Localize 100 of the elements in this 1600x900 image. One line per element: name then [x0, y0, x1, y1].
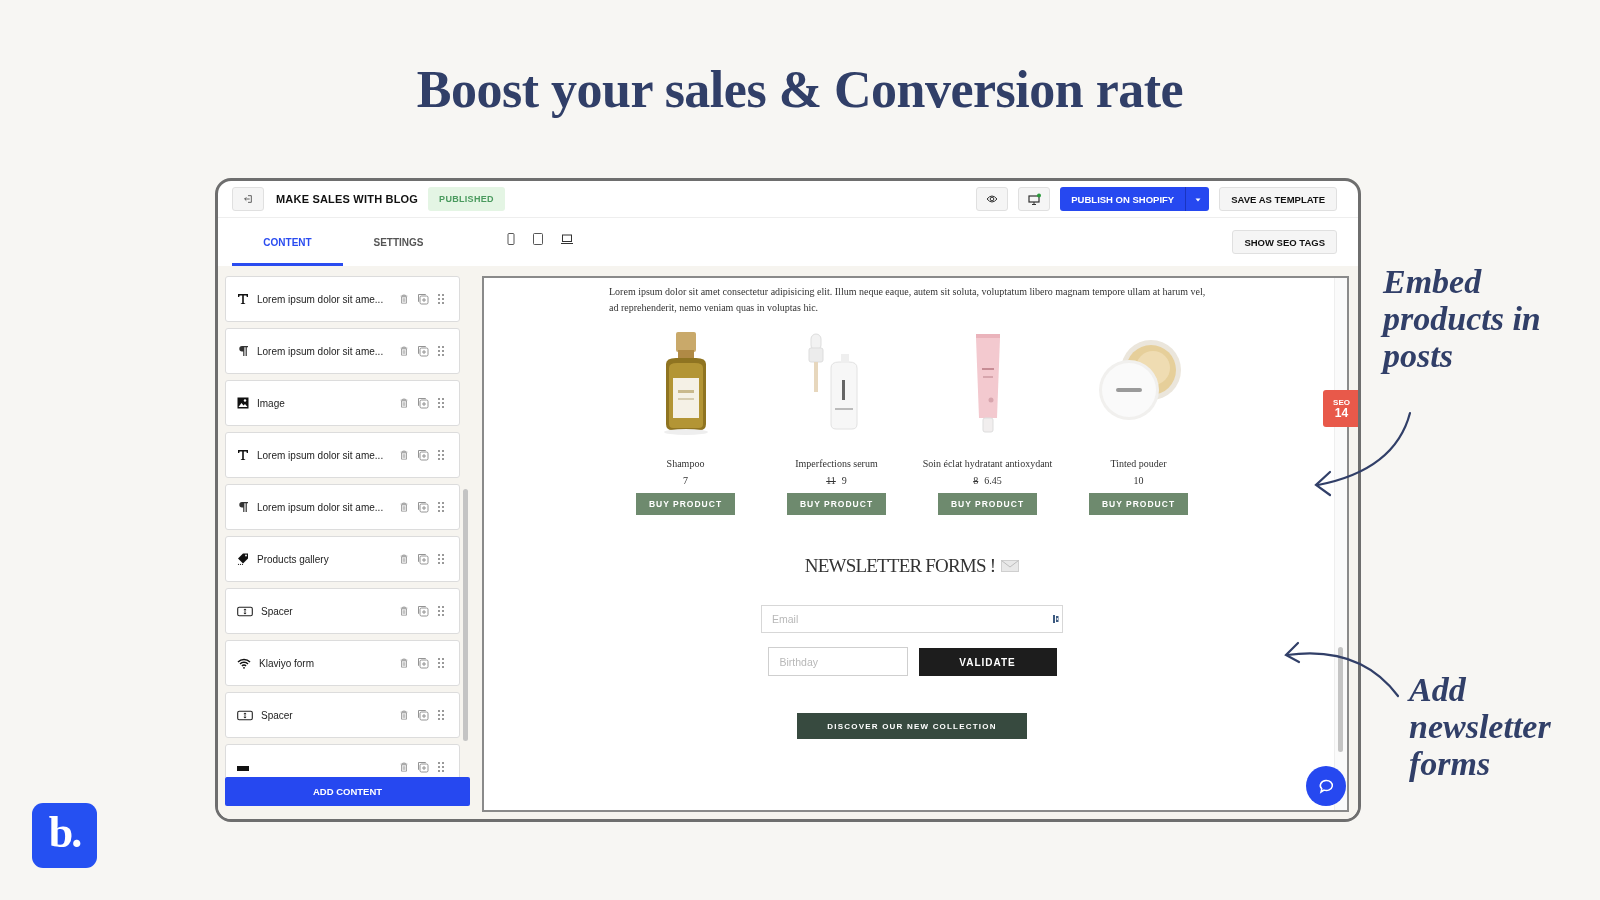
- content-block[interactable]: Lorem ipsum dolor sit ame...: [225, 276, 460, 322]
- spacer-icon: [237, 604, 253, 618]
- trash-icon: [399, 553, 409, 565]
- drag-handle-icon: [437, 501, 445, 513]
- product-price: 10: [1133, 475, 1144, 486]
- content-block[interactable]: Spacer: [225, 588, 460, 634]
- content-block[interactable]: Spacer: [225, 692, 460, 738]
- duplicate-icon: [417, 449, 429, 461]
- product-name: Soin éclat hydratant antioxydant: [922, 458, 1053, 469]
- scrollbar[interactable]: [1338, 647, 1343, 752]
- paragraph-icon: [237, 501, 249, 513]
- content-block[interactable]: Klaviyo form: [225, 640, 460, 686]
- tablet-icon: [533, 233, 543, 245]
- content-block[interactable]: Products gallery: [225, 536, 460, 582]
- buy-product-button[interactable]: BUY PRODUCT: [787, 493, 886, 515]
- phone-icon: [507, 233, 515, 245]
- autofill-icon: [1052, 614, 1060, 624]
- duplicate-icon: [417, 397, 429, 409]
- trash-icon: [399, 761, 409, 773]
- buy-product-button[interactable]: BUY PRODUCT: [1089, 493, 1188, 515]
- drag-handle-icon: [437, 605, 445, 617]
- tablet-view-button[interactable]: [533, 233, 543, 245]
- duplicate-icon: [417, 293, 429, 305]
- monitor-icon: [1027, 192, 1041, 206]
- drag-handle-icon: [437, 657, 445, 669]
- product-price: 7: [683, 475, 688, 486]
- birthday-field[interactable]: Birthday: [767, 647, 908, 676]
- save-template-button[interactable]: SAVE AS TEMPLATE: [1219, 187, 1337, 211]
- block-label: Image: [257, 397, 286, 409]
- laptop-icon: [561, 234, 573, 244]
- block-label: Lorem ipsum dolor sit ame...: [257, 501, 385, 513]
- drag-handle-icon: [437, 761, 445, 773]
- heading-icon: [237, 449, 249, 461]
- collection-button[interactable]: DISCOVER OUR NEW COLLECTION: [797, 713, 1027, 739]
- email-field[interactable]: Email: [761, 605, 1063, 633]
- spacer-icon: [237, 708, 253, 722]
- desktop-view-button[interactable]: [561, 234, 573, 244]
- duplicate-icon: [417, 709, 429, 721]
- duplicate-icon: [417, 345, 429, 357]
- product-price: 6.45: [984, 475, 1002, 486]
- paragraph-icon: [237, 345, 249, 357]
- trash-icon: [399, 293, 409, 305]
- drag-handle-icon: [437, 553, 445, 565]
- heading-icon: [237, 293, 249, 305]
- trash-icon: [399, 345, 409, 357]
- monitor-button[interactable]: [1018, 187, 1051, 211]
- buy-product-button[interactable]: BUY PRODUCT: [636, 493, 735, 515]
- duplicate-icon: [417, 605, 429, 617]
- add-content-button[interactable]: ADD CONTENT: [225, 777, 470, 806]
- content-block[interactable]: Lorem ipsum dolor sit ame...: [225, 484, 460, 530]
- duplicate-icon: [417, 553, 429, 565]
- scrollbar[interactable]: [463, 489, 468, 741]
- trash-icon: [399, 397, 409, 409]
- drag-handle-icon: [437, 397, 445, 409]
- old-price: 8: [973, 475, 979, 486]
- eye-icon: [986, 193, 999, 205]
- status-badge: PUBLISHED: [428, 187, 505, 211]
- content-block[interactable]: Lorem ipsum dolor sit ame...: [225, 432, 460, 478]
- logo: b.: [32, 803, 97, 868]
- trash-icon: [399, 709, 409, 721]
- block-label: Products gallery: [257, 553, 330, 565]
- publish-button[interactable]: PUBLISH ON SHOPIFY: [1060, 187, 1186, 211]
- trash-icon: [399, 501, 409, 513]
- post-title: MAKE SALES WITH BLOG: [276, 193, 419, 205]
- duplicate-icon: [417, 761, 429, 773]
- seo-tags-button[interactable]: SHOW SEO TAGS: [1232, 230, 1337, 254]
- drag-handle-icon: [437, 345, 445, 357]
- annotation: Add newsletter forms: [1409, 671, 1552, 782]
- chat-button[interactable]: [1306, 766, 1346, 806]
- block-label: Spacer: [261, 709, 294, 721]
- duplicate-icon: [417, 501, 429, 513]
- mobile-view-button[interactable]: [507, 233, 515, 245]
- product-price: 9: [841, 475, 847, 486]
- old-price: 11: [826, 475, 836, 486]
- intro-paragraph: Lorem ipsum dolor sit amet consectetur adipisicing elit. Illum neque eaque, autem sit soluta, voluptatum libero magnam tempore ullam at harum vel, ad reprehenderit, nemo veniam quas in voluptas hic.: [609, 285, 1207, 315]
- drag-handle-icon: [437, 293, 445, 305]
- trash-icon: [399, 605, 409, 617]
- tab[interactable]: SETTINGS: [343, 218, 454, 266]
- wifi-icon: [237, 657, 251, 669]
- content-block[interactable]: Lorem ipsum dolor sit ame...: [225, 328, 460, 374]
- block-label: Lorem ipsum dolor sit ame...: [257, 293, 385, 305]
- block-label: Spacer: [261, 605, 294, 617]
- content-block[interactable]: Image: [225, 380, 460, 426]
- envelope-icon: [1001, 559, 1020, 573]
- chat-bubble-icon: [1317, 778, 1335, 794]
- dropdown-button[interactable]: [1185, 187, 1210, 211]
- drag-handle-icon: [437, 449, 445, 461]
- drag-handle-icon: [437, 709, 445, 721]
- block-label: Lorem ipsum dolor sit ame...: [257, 345, 385, 357]
- preview-button[interactable]: [976, 187, 1009, 211]
- headline: Boost your sales & Conversion rate: [416, 59, 1184, 119]
- duplicate-icon: [417, 657, 429, 669]
- seo-label: SEO: [1333, 397, 1350, 407]
- seo-score: 14: [1334, 406, 1349, 420]
- buy-product-button[interactable]: BUY PRODUCT: [938, 493, 1037, 515]
- product-name: Shampoo: [666, 458, 705, 469]
- exit-icon: [243, 194, 253, 204]
- block-label: Klaviyo form: [259, 657, 315, 669]
- trash-icon: [399, 657, 409, 669]
- validate-button[interactable]: VALIDATE: [918, 648, 1057, 676]
